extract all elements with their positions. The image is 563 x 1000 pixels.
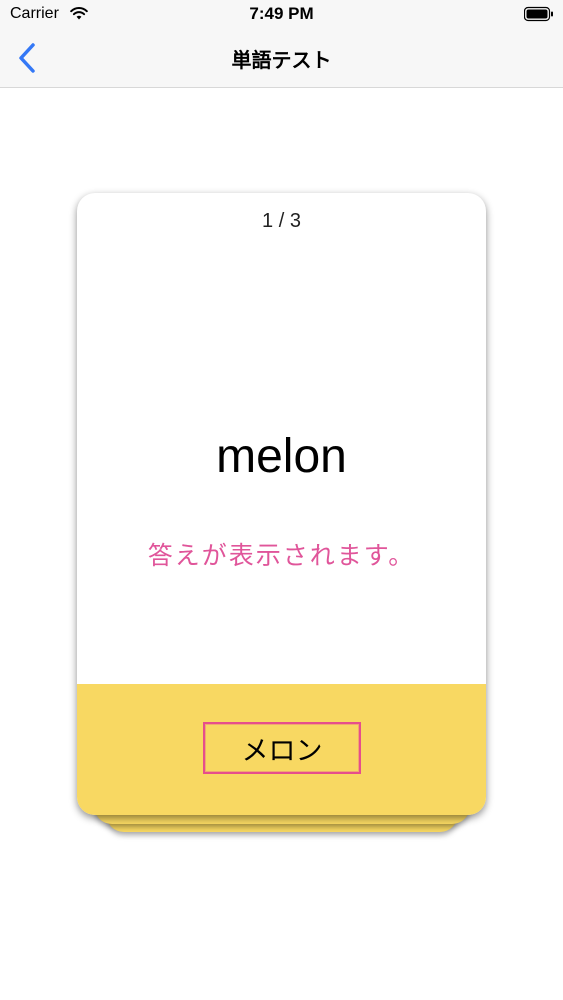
clock: 7:49 PM xyxy=(249,4,314,23)
card-counter: 1 / 3 xyxy=(262,210,301,232)
answer-area: メロン xyxy=(77,684,486,815)
page-title: 単語テスト xyxy=(231,48,332,72)
answer-button[interactable]: メロン xyxy=(203,722,361,774)
vocabulary-word: melon xyxy=(216,430,347,483)
battery-icon xyxy=(524,6,553,22)
answer-hint: 答えが表示されます。 xyxy=(147,541,416,570)
status-bar: Carrier 7:49 PM xyxy=(0,0,563,30)
nav-bar: 単語テスト xyxy=(0,30,563,88)
flashcard[interactable]: 1 / 3 melon 答えが表示されます。 メロン xyxy=(77,193,486,815)
